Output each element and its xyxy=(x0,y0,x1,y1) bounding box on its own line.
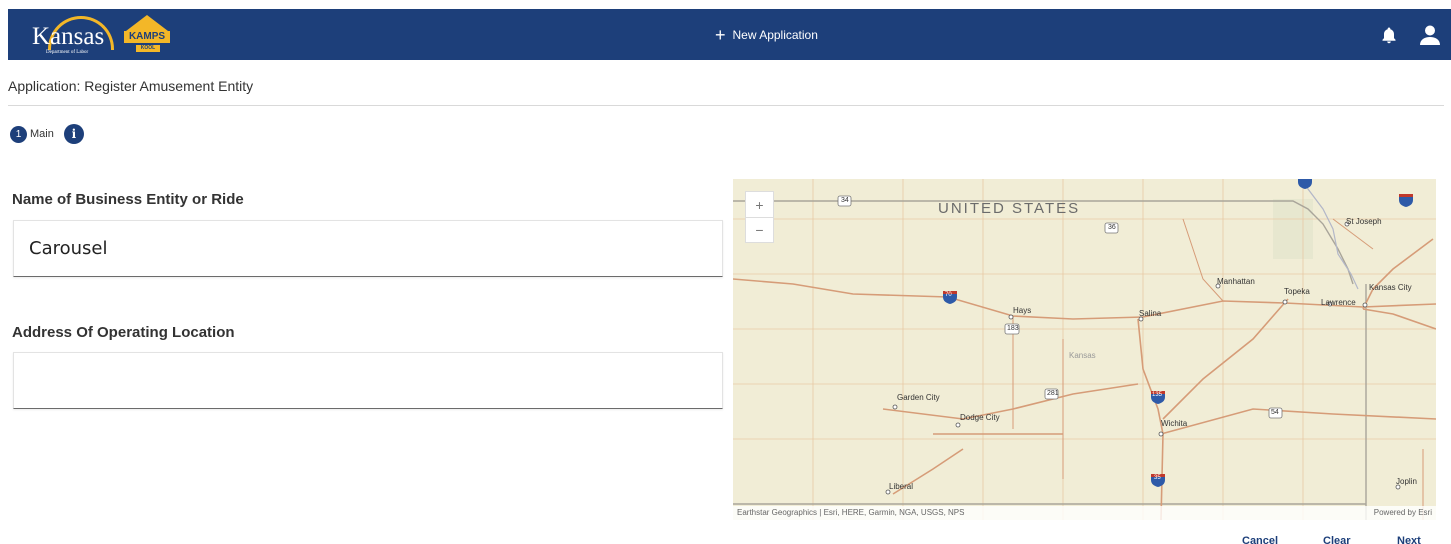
map-shield-label: 34 xyxy=(841,197,849,204)
business-name-input[interactable] xyxy=(13,220,723,277)
map-city-label: Kansas City xyxy=(1369,283,1412,292)
map-city-label: Manhattan xyxy=(1217,277,1255,286)
map-city-label: Salina xyxy=(1139,309,1162,318)
page-title: Application: Register Amusement Entity xyxy=(8,78,254,94)
logo-word: Kansas xyxy=(32,23,105,50)
map-city-label: Wichita xyxy=(1161,419,1188,428)
map-city-label: Topeka xyxy=(1284,287,1310,296)
user-icon[interactable] xyxy=(1419,25,1441,45)
map-shield-label: 36 xyxy=(1108,224,1116,231)
new-application-label: New Application xyxy=(732,27,818,42)
map-canvas xyxy=(733,179,1436,520)
location-map[interactable]: UNITED STATES Kansas 34 36 70 183 281 13… xyxy=(733,179,1436,520)
kool-label: KOOL xyxy=(136,45,160,52)
step-label-main[interactable]: Main xyxy=(30,128,54,140)
map-city-label: St Joseph xyxy=(1346,217,1382,226)
next-button[interactable]: Next xyxy=(1397,535,1421,544)
map-city-label: Lawrence xyxy=(1321,298,1356,307)
address-label: Address Of Operating Location xyxy=(12,324,235,341)
step-number-badge[interactable]: 1 xyxy=(10,125,27,143)
map-shield-label: 35 xyxy=(1154,475,1161,481)
map-shield-label: 281 xyxy=(1047,390,1059,397)
kansas-logo: Kansas Department of Labor xyxy=(32,13,118,57)
map-city-label: Garden City xyxy=(897,393,940,402)
top-navigation-bar: Kansas Department of Labor KAMPS KOOL + … xyxy=(8,9,1451,60)
map-highways xyxy=(733,238,1436,520)
kamps-logo: KAMPS KOOL xyxy=(122,13,172,57)
map-city-label: Dodge City xyxy=(960,413,1000,422)
zoom-out-button[interactable]: − xyxy=(746,217,773,242)
title-divider xyxy=(8,105,1444,106)
map-shield-label: 54 xyxy=(1271,409,1279,416)
zoom-in-button[interactable]: + xyxy=(746,192,773,217)
map-region-label: UNITED STATES xyxy=(938,200,1081,217)
info-icon[interactable]: i xyxy=(63,124,84,144)
map-city-label: Liberal xyxy=(889,482,914,491)
map-secondary-roads xyxy=(1012,218,1424,520)
business-name-label: Name of Business Entity or Ride xyxy=(12,191,244,208)
step-indicator: 1 Main i xyxy=(10,124,84,144)
attribution-text[interactable]: Earthstar Geographics | Esri, HERE, Garm… xyxy=(737,508,964,517)
map-state-borders xyxy=(733,200,1367,520)
powered-by-esri[interactable]: Powered by Esri xyxy=(1374,506,1432,520)
tent-icon xyxy=(126,15,168,31)
map-state-label: Kansas xyxy=(1069,351,1096,360)
map-route-shields xyxy=(837,195,1283,419)
map-shield-label: 135 xyxy=(1152,392,1163,398)
cancel-button[interactable]: Cancel xyxy=(1242,535,1278,544)
clear-button[interactable]: Clear xyxy=(1323,535,1351,544)
map-city-label: Joplin xyxy=(1396,477,1417,486)
address-input[interactable] xyxy=(13,352,723,409)
map-attribution: Earthstar Geographics | Esri, HERE, Garm… xyxy=(733,506,1436,520)
kamps-label: KAMPS xyxy=(124,31,170,43)
map-shield-label: 183 xyxy=(1007,325,1019,332)
new-application-button[interactable]: + New Application xyxy=(715,9,818,60)
plus-icon: + xyxy=(715,24,726,45)
map-county-lines xyxy=(733,179,1436,520)
logo-subtitle: Department of Labor xyxy=(46,50,89,55)
bell-icon[interactable] xyxy=(1380,26,1398,44)
map-city-label: Hays xyxy=(1013,306,1032,315)
app-logo[interactable]: Kansas Department of Labor KAMPS KOOL xyxy=(32,13,172,57)
map-shield-label: 70 xyxy=(945,292,952,298)
map-zoom-controls: + − xyxy=(745,191,774,243)
